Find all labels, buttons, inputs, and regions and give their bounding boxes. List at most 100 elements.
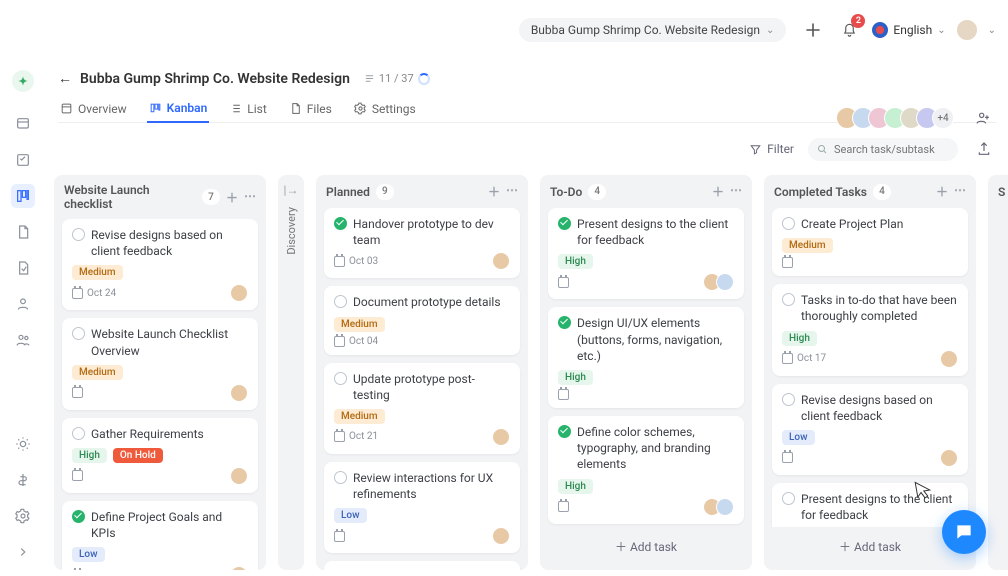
- chat-fab[interactable]: [942, 510, 986, 554]
- filter-button[interactable]: Filter: [749, 142, 794, 156]
- left-sidebar: ✦: [0, 60, 46, 576]
- column-add-icon[interactable]: ＋: [226, 189, 238, 206]
- column-add-icon[interactable]: ＋: [712, 183, 724, 200]
- card-tags: High: [558, 479, 734, 494]
- check-circle-icon[interactable]: [72, 228, 85, 241]
- app-logo[interactable]: ✦: [12, 70, 34, 92]
- card-tags: Low: [782, 430, 958, 445]
- check-circle-icon[interactable]: [782, 293, 795, 306]
- tag-high: High: [558, 370, 593, 385]
- check-circle-icon[interactable]: [782, 393, 795, 406]
- task-card[interactable]: Website Launch Checklist Overview Medium: [62, 318, 258, 409]
- member-avatars[interactable]: +4: [842, 107, 954, 129]
- check-circle-icon[interactable]: [334, 217, 347, 230]
- tag-medium: Medium: [72, 365, 123, 380]
- calendar-icon: [782, 257, 793, 268]
- card-title: Present designs to the client for feedba…: [801, 491, 958, 523]
- calendar-icon: [782, 353, 793, 364]
- check-circle-icon[interactable]: [334, 471, 347, 484]
- sidebar-collapse-icon[interactable]: [11, 540, 35, 564]
- card-date: Oct 03: [334, 256, 378, 267]
- tab-overview[interactable]: Overview: [58, 95, 129, 122]
- sidebar-billing-icon[interactable]: [11, 468, 35, 492]
- sidebar-home-icon[interactable]: [11, 112, 35, 136]
- check-circle-icon[interactable]: [334, 295, 347, 308]
- chevron-down-icon[interactable]: ⌄: [988, 25, 996, 36]
- check-circle-icon[interactable]: [782, 492, 795, 505]
- column-menu-icon[interactable]: ⋯: [954, 183, 966, 200]
- task-card[interactable]: Review interactions for UX refinementsLo…: [324, 462, 520, 553]
- task-card[interactable]: Create Project PlanMedium: [772, 208, 968, 276]
- user-avatar[interactable]: [956, 19, 978, 41]
- column-menu-icon[interactable]: ⋯: [244, 189, 256, 206]
- task-card[interactable]: Define Project Goals and KPIsLow: [62, 501, 258, 570]
- check-circle-icon[interactable]: [558, 316, 571, 329]
- column-collapsed[interactable]: |→Discovery: [278, 175, 304, 570]
- check-circle-icon[interactable]: [72, 510, 85, 523]
- card-assignees: [235, 384, 248, 402]
- tab-settings[interactable]: Settings: [352, 95, 418, 122]
- filter-bar: Filter: [46, 131, 1008, 165]
- tab-list[interactable]: List: [227, 95, 269, 122]
- card-assignees: [497, 527, 510, 545]
- task-card[interactable]: Design UI/UX elements (buttons, forms, n…: [548, 307, 744, 408]
- task-card[interactable]: Document prototype detailsMediumOct 04: [324, 286, 520, 354]
- avatar: [716, 273, 734, 291]
- workspace-selector[interactable]: Bubba Gump Shrimp Co. Website Redesign ⌄: [519, 18, 787, 42]
- task-card[interactable]: Gather RequirementsHighOn Hold: [62, 418, 258, 493]
- add-task-button[interactable]: ＋ Add task: [772, 531, 968, 562]
- avatar-more[interactable]: +4: [932, 107, 954, 129]
- task-card[interactable]: Build clickable prototypeMedium: [324, 561, 520, 570]
- export-icon[interactable]: [972, 137, 996, 161]
- notifications-button[interactable]: 2: [836, 17, 862, 43]
- avatar: [230, 467, 248, 485]
- search-input[interactable]: [808, 138, 958, 161]
- column-menu-icon[interactable]: ⋯: [506, 183, 518, 200]
- calendar-icon: [334, 336, 345, 347]
- card-date: Oct 24: [72, 288, 116, 299]
- task-card[interactable]: Handover prototype to dev teamOct 03: [324, 208, 520, 278]
- column-add-icon[interactable]: ＋: [936, 183, 948, 200]
- tab-kanban[interactable]: Kanban: [147, 95, 210, 123]
- kanban-board[interactable]: Website Launch checklist7＋⋯Revise design…: [54, 175, 1008, 576]
- sidebar-reports-icon[interactable]: [11, 256, 35, 280]
- calendar-icon: [558, 501, 569, 512]
- sidebar-settings-icon[interactable]: [11, 504, 35, 528]
- check-circle-icon[interactable]: [558, 425, 571, 438]
- column-menu-icon[interactable]: ⋯: [730, 183, 742, 200]
- card-title: Website Launch Checklist Overview: [91, 326, 248, 358]
- check-circle-icon[interactable]: [334, 372, 347, 385]
- task-card[interactable]: Present designs to the client for feedba…: [772, 483, 968, 527]
- check-circle-icon[interactable]: [558, 217, 571, 230]
- sidebar-team-icon[interactable]: [11, 328, 35, 352]
- check-circle-icon[interactable]: [782, 217, 795, 230]
- task-card[interactable]: Tasks in to-do that have been thoroughly…: [772, 284, 968, 375]
- sidebar-board-icon[interactable]: [11, 184, 35, 208]
- sidebar-docs-icon[interactable]: [11, 220, 35, 244]
- add-task-button[interactable]: ＋ Add task: [548, 531, 744, 562]
- card-date: Oct 17: [782, 353, 826, 364]
- card-tags: Medium: [72, 265, 248, 280]
- workspace-name: Bubba Gump Shrimp Co. Website Redesign: [531, 23, 760, 37]
- card-assignees: [497, 252, 510, 270]
- add-member-icon[interactable]: [970, 105, 996, 131]
- language-selector[interactable]: English ⌄: [872, 22, 945, 38]
- avatar: [492, 252, 510, 270]
- task-card[interactable]: Update prototype post-testingMediumOct 2…: [324, 363, 520, 454]
- column-add-icon[interactable]: ＋: [488, 183, 500, 200]
- task-card[interactable]: Revise designs based on client feedbackL…: [772, 384, 968, 475]
- sidebar-user-icon[interactable]: [11, 292, 35, 316]
- task-card[interactable]: Revise designs based on client feedbackM…: [62, 219, 258, 310]
- add-button[interactable]: [800, 17, 826, 43]
- task-card[interactable]: Define color schemes, typography, and br…: [548, 416, 744, 524]
- expand-column-icon[interactable]: |→: [284, 183, 299, 197]
- calendar-icon: [72, 470, 83, 481]
- column-launch: Website Launch checklist7＋⋯Revise design…: [54, 175, 266, 570]
- sidebar-tasks-icon[interactable]: [11, 148, 35, 172]
- task-card[interactable]: Present designs to the client for feedba…: [548, 208, 744, 299]
- check-circle-icon[interactable]: [72, 327, 85, 340]
- back-arrow-icon[interactable]: ←: [58, 70, 72, 87]
- check-circle-icon[interactable]: [72, 427, 85, 440]
- sidebar-theme-icon[interactable]: [11, 432, 35, 456]
- tab-files[interactable]: Files: [287, 95, 334, 122]
